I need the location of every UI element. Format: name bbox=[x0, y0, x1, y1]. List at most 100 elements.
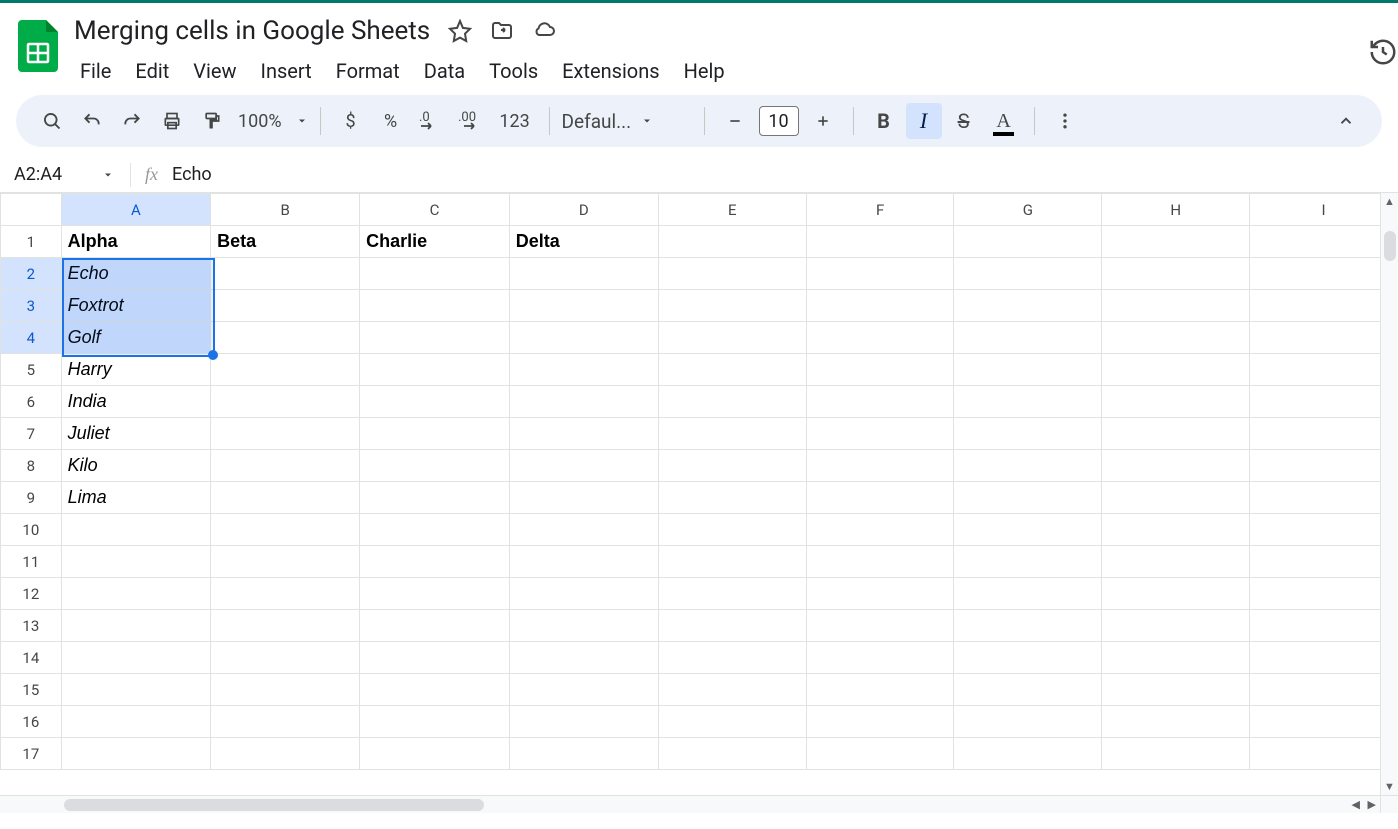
row-header-3[interactable]: 3 bbox=[1, 290, 62, 322]
cell-D11[interactable] bbox=[509, 546, 658, 578]
cell-D7[interactable] bbox=[509, 418, 658, 450]
menu-tools[interactable]: Tools bbox=[479, 55, 548, 87]
cell-C12[interactable] bbox=[360, 578, 510, 610]
menu-data[interactable]: Data bbox=[414, 55, 475, 87]
more-formats-button[interactable]: 123 bbox=[493, 103, 537, 139]
column-header-F[interactable]: F bbox=[806, 194, 954, 226]
scroll-down-arrow-icon[interactable]: ▼ bbox=[1382, 778, 1397, 795]
cell-I4[interactable] bbox=[1250, 322, 1398, 354]
spreadsheet-grid[interactable]: ABCDEFGHI1AlphaBetaCharlieDelta2Echo3Fox… bbox=[0, 193, 1398, 813]
cell-D15[interactable] bbox=[509, 674, 658, 706]
vertical-scrollbar[interactable]: ▲ ▼ bbox=[1380, 193, 1398, 795]
cell-H5[interactable] bbox=[1102, 354, 1250, 386]
cell-B6[interactable] bbox=[211, 386, 360, 418]
cell-F6[interactable] bbox=[806, 386, 954, 418]
name-box[interactable]: A2:A4 bbox=[10, 164, 122, 185]
cell-I7[interactable] bbox=[1250, 418, 1398, 450]
cell-G16[interactable] bbox=[954, 706, 1102, 738]
cell-C16[interactable] bbox=[360, 706, 510, 738]
cell-G11[interactable] bbox=[954, 546, 1102, 578]
cell-E15[interactable] bbox=[658, 674, 806, 706]
scroll-right-arrow-icon[interactable]: ▶ bbox=[1366, 796, 1378, 813]
cell-C10[interactable] bbox=[360, 514, 510, 546]
bold-button[interactable]: B bbox=[866, 103, 902, 139]
cell-C17[interactable] bbox=[360, 738, 510, 770]
increase-font-size-button[interactable] bbox=[805, 103, 841, 139]
row-header-1[interactable]: 1 bbox=[1, 226, 62, 258]
column-header-H[interactable]: H bbox=[1102, 194, 1250, 226]
cell-F9[interactable] bbox=[806, 482, 954, 514]
menu-insert[interactable]: Insert bbox=[251, 55, 322, 87]
cell-H8[interactable] bbox=[1102, 450, 1250, 482]
cell-E2[interactable] bbox=[658, 258, 806, 290]
cell-A8[interactable]: Kilo bbox=[61, 450, 210, 482]
cell-A12[interactable] bbox=[61, 578, 210, 610]
cell-E3[interactable] bbox=[658, 290, 806, 322]
redo-icon[interactable] bbox=[114, 103, 150, 139]
cell-I13[interactable] bbox=[1250, 610, 1398, 642]
cell-E9[interactable] bbox=[658, 482, 806, 514]
cell-E17[interactable] bbox=[658, 738, 806, 770]
cell-B13[interactable] bbox=[211, 610, 360, 642]
cell-E11[interactable] bbox=[658, 546, 806, 578]
row-header-5[interactable]: 5 bbox=[1, 354, 62, 386]
cell-F5[interactable] bbox=[806, 354, 954, 386]
move-to-folder-icon[interactable] bbox=[490, 19, 514, 43]
cell-B16[interactable] bbox=[211, 706, 360, 738]
cell-D9[interactable] bbox=[509, 482, 658, 514]
cell-I3[interactable] bbox=[1250, 290, 1398, 322]
cell-E16[interactable] bbox=[658, 706, 806, 738]
cell-D10[interactable] bbox=[509, 514, 658, 546]
cell-D6[interactable] bbox=[509, 386, 658, 418]
strikethrough-button[interactable]: S bbox=[946, 103, 982, 139]
cell-E13[interactable] bbox=[658, 610, 806, 642]
cell-I2[interactable] bbox=[1250, 258, 1398, 290]
cell-A9[interactable]: Lima bbox=[61, 482, 210, 514]
cell-G2[interactable] bbox=[954, 258, 1102, 290]
cell-G12[interactable] bbox=[954, 578, 1102, 610]
cell-I14[interactable] bbox=[1250, 642, 1398, 674]
cell-E4[interactable] bbox=[658, 322, 806, 354]
row-header-11[interactable]: 11 bbox=[1, 546, 62, 578]
cell-I8[interactable] bbox=[1250, 450, 1398, 482]
cell-F16[interactable] bbox=[806, 706, 954, 738]
cell-B3[interactable] bbox=[211, 290, 360, 322]
row-header-8[interactable]: 8 bbox=[1, 450, 62, 482]
cell-G6[interactable] bbox=[954, 386, 1102, 418]
cell-H6[interactable] bbox=[1102, 386, 1250, 418]
cell-B9[interactable] bbox=[211, 482, 360, 514]
cell-E8[interactable] bbox=[658, 450, 806, 482]
increase-decimal-icon[interactable]: .00 bbox=[453, 103, 489, 139]
cell-E10[interactable] bbox=[658, 514, 806, 546]
cell-D8[interactable] bbox=[509, 450, 658, 482]
scroll-left-arrow-icon[interactable]: ◀ bbox=[1350, 796, 1362, 813]
cell-D3[interactable] bbox=[509, 290, 658, 322]
cell-B17[interactable] bbox=[211, 738, 360, 770]
cell-F11[interactable] bbox=[806, 546, 954, 578]
cell-E5[interactable] bbox=[658, 354, 806, 386]
menu-edit[interactable]: Edit bbox=[125, 55, 179, 87]
last-edit-history-icon[interactable] bbox=[1368, 37, 1398, 67]
cell-B15[interactable] bbox=[211, 674, 360, 706]
cell-H16[interactable] bbox=[1102, 706, 1250, 738]
cloud-status-icon[interactable] bbox=[532, 19, 556, 43]
cell-D12[interactable] bbox=[509, 578, 658, 610]
font-family-dropdown[interactable]: Defaul... bbox=[562, 110, 692, 133]
cell-D17[interactable] bbox=[509, 738, 658, 770]
cell-D5[interactable] bbox=[509, 354, 658, 386]
cell-H11[interactable] bbox=[1102, 546, 1250, 578]
font-size-input[interactable]: 10 bbox=[759, 106, 799, 136]
cell-A4[interactable]: Golf bbox=[61, 322, 210, 354]
cell-A1[interactable]: Alpha bbox=[61, 226, 210, 258]
cell-F2[interactable] bbox=[806, 258, 954, 290]
column-header-A[interactable]: A bbox=[61, 194, 210, 226]
decrease-decimal-icon[interactable]: .0 bbox=[413, 103, 449, 139]
cell-F8[interactable] bbox=[806, 450, 954, 482]
cell-B5[interactable] bbox=[211, 354, 360, 386]
cell-C15[interactable] bbox=[360, 674, 510, 706]
formula-input[interactable]: Echo bbox=[172, 164, 212, 185]
cell-C3[interactable] bbox=[360, 290, 510, 322]
menu-help[interactable]: Help bbox=[674, 55, 735, 87]
document-title[interactable]: Merging cells in Google Sheets bbox=[70, 14, 434, 48]
cell-G10[interactable] bbox=[954, 514, 1102, 546]
